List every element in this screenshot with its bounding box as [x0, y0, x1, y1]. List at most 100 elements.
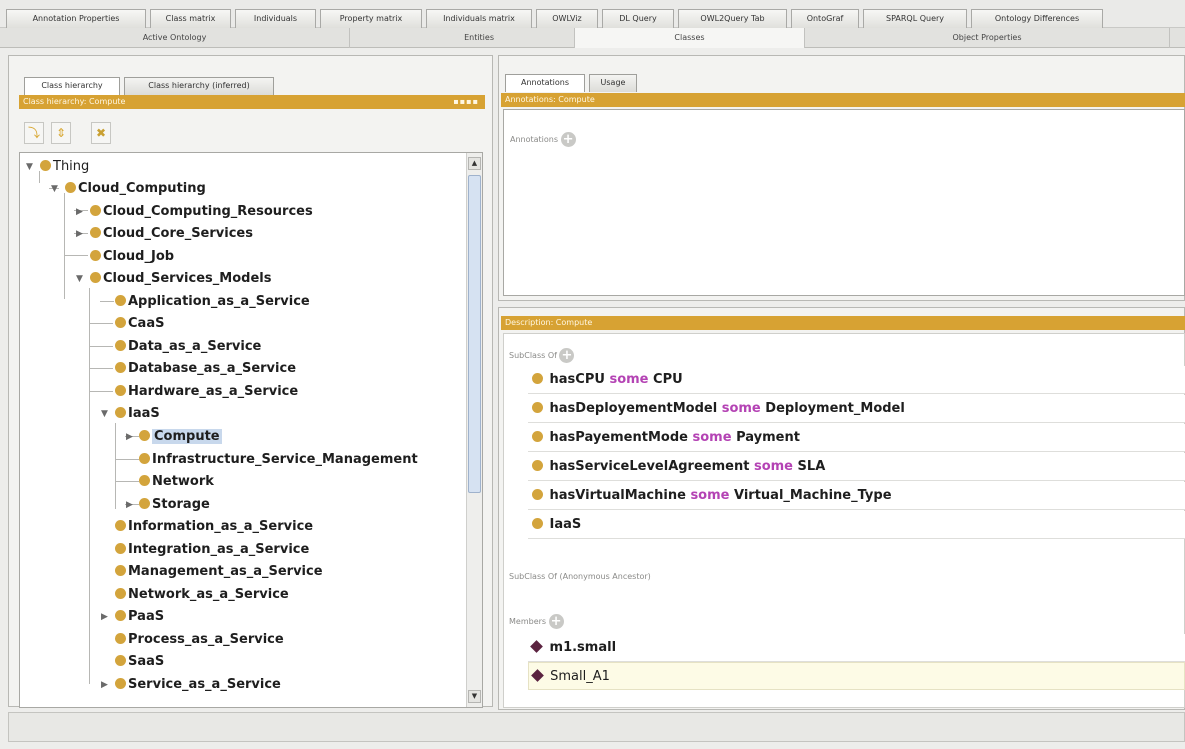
- annotations-label: Annotations +: [510, 132, 576, 147]
- tree-node-cloud-computing[interactable]: Cloud_Computing: [65, 178, 206, 200]
- tree-node-paas[interactable]: PaaS: [115, 606, 164, 628]
- axiom-target: Payment: [736, 430, 800, 445]
- tab-property-matrix[interactable]: Property matrix: [320, 9, 422, 28]
- tree-node-label: Integration_as_a_Service: [128, 542, 310, 557]
- tab-object-properties[interactable]: Object Properties: [805, 28, 1170, 48]
- member-name: m1.small: [549, 640, 617, 655]
- tree-node-label-selected: Compute: [152, 429, 222, 444]
- expand-toggle-icon[interactable]: ▶: [101, 674, 108, 696]
- tab-annotation-properties[interactable]: Annotation Properties: [6, 9, 146, 28]
- scroll-down-arrow-icon[interactable]: ▼: [468, 690, 481, 703]
- add-member-icon[interactable]: +: [548, 614, 564, 629]
- tab-class-hierarchy[interactable]: Class hierarchy: [24, 77, 120, 95]
- tab-owlviz[interactable]: OWLViz: [536, 9, 598, 28]
- members-label: Members +: [509, 614, 564, 629]
- tree-node-label: Network_as_a_Service: [128, 587, 289, 602]
- expand-toggle-icon[interactable]: ▶: [126, 494, 133, 516]
- tree-node-saas[interactable]: SaaS: [115, 651, 164, 673]
- axiom-keyword: some: [609, 372, 649, 387]
- tab-sparql-query[interactable]: SPARQL Query: [863, 9, 967, 28]
- tree-node-integration-as-a-service[interactable]: Integration_as_a_Service: [115, 539, 309, 561]
- annotations-box: Annotations +: [503, 109, 1185, 296]
- collapse-toggle-icon[interactable]: ▼: [76, 268, 83, 290]
- expand-toggle-icon[interactable]: ▶: [126, 426, 133, 448]
- tree-node-iaas[interactable]: IaaS: [115, 403, 160, 425]
- tree-node-cloud-core-services[interactable]: Cloud_Core_Services: [90, 223, 253, 245]
- class-icon: [139, 453, 150, 464]
- tab-ontology-differences[interactable]: Ontology Differences: [971, 9, 1103, 28]
- tab-ontograf[interactable]: OntoGraf: [791, 9, 859, 28]
- tab-dl-query[interactable]: DL Query: [602, 9, 674, 28]
- tree-node-network[interactable]: Network: [139, 471, 214, 493]
- tree-node-infrastructure-service-management[interactable]: Infrastructure_Service_Management: [139, 449, 418, 471]
- tree-node-database-as-a-service[interactable]: Database_as_a_Service: [115, 358, 296, 380]
- status-bar: [8, 712, 1185, 742]
- view-options-icon[interactable]: ▪▪▪▪: [453, 95, 479, 109]
- expand-toggle-icon[interactable]: ▶: [101, 606, 108, 628]
- scroll-up-arrow-icon[interactable]: ▲: [468, 157, 481, 170]
- expand-toggle-icon[interactable]: ▶: [76, 223, 83, 245]
- tab-individuals[interactable]: Individuals: [235, 9, 316, 28]
- tree-node-information-as-a-service[interactable]: Information_as_a_Service: [115, 516, 313, 538]
- member-name: Small_A1: [550, 669, 610, 684]
- tree-node-label: Cloud_Core_Services: [103, 226, 253, 241]
- tab-usage[interactable]: Usage: [589, 74, 637, 92]
- tree-scrollbar-thumb[interactable]: [468, 175, 481, 493]
- member-row[interactable]: m1.small: [528, 634, 1185, 662]
- tree-node-management-as-a-service[interactable]: Management_as_a_Service: [115, 561, 323, 583]
- delete-class-button[interactable]: ✖: [91, 122, 111, 144]
- axiom-row[interactable]: IaaS: [528, 511, 1185, 539]
- tab-entities[interactable]: Entities: [350, 28, 575, 48]
- tree-connector: [115, 423, 116, 509]
- tab-classes[interactable]: Classes: [575, 28, 805, 48]
- axiom-row[interactable]: hasPayementMode some Payment: [528, 424, 1185, 452]
- tree-connector: [89, 346, 113, 347]
- tab-owl2query[interactable]: OWL2Query Tab: [678, 9, 787, 28]
- collapse-toggle-icon[interactable]: ▼: [101, 403, 108, 425]
- tree-node-cloud-computing-resources[interactable]: Cloud_Computing_Resources: [90, 201, 313, 223]
- add-subclass-button[interactable]: ⤵: [24, 122, 44, 144]
- tree-node-cloud-job[interactable]: Cloud_Job: [90, 246, 174, 268]
- description-title-bar: Description: Compute: [501, 316, 1185, 330]
- tree-node-hardware-as-a-service[interactable]: Hardware_as_a_Service: [115, 381, 298, 403]
- add-sibling-button[interactable]: ⇕: [51, 122, 71, 144]
- tree-node-label: Thing: [53, 159, 90, 174]
- tab-class-hierarchy-inferred[interactable]: Class hierarchy (inferred): [124, 77, 274, 95]
- tree-node-caas[interactable]: CaaS: [115, 313, 164, 335]
- tree-node-thing[interactable]: Thing: [40, 156, 89, 178]
- collapse-toggle-icon[interactable]: ▼: [51, 178, 58, 200]
- tree-node-cloud-services-models[interactable]: Cloud_Services_Models: [90, 268, 271, 290]
- tree-node-label: Cloud_Computing_Resources: [103, 204, 313, 219]
- collapse-toggle-icon[interactable]: ▼: [26, 156, 33, 178]
- add-annotation-icon[interactable]: +: [560, 132, 576, 147]
- tab-annotations[interactable]: Annotations: [505, 74, 585, 92]
- tree-node-network-as-a-service[interactable]: Network_as_a_Service: [115, 584, 289, 606]
- class-hierarchy-title-bar: Class hierarchy: Compute ▪▪▪▪: [19, 95, 485, 109]
- class-icon: [139, 430, 150, 441]
- tree-node-service-as-a-service[interactable]: Service_as_a_Service: [115, 674, 281, 696]
- tree-connector: [89, 323, 113, 324]
- tab-active-ontology[interactable]: Active Ontology: [0, 28, 350, 48]
- tree-node-process-as-a-service[interactable]: Process_as_a_Service: [115, 629, 284, 651]
- tab-individuals-matrix[interactable]: Individuals matrix: [426, 9, 532, 28]
- expand-toggle-icon[interactable]: ▶: [76, 201, 83, 223]
- class-icon: [532, 402, 543, 413]
- tab-class-matrix[interactable]: Class matrix: [150, 9, 231, 28]
- tree-node-label: Service_as_a_Service: [128, 677, 281, 692]
- tree-node-data-as-a-service[interactable]: Data_as_a_Service: [115, 336, 261, 358]
- tree-node-label: Network: [152, 474, 214, 489]
- add-superclass-icon[interactable]: +: [559, 348, 575, 363]
- individual-icon: [531, 669, 544, 682]
- tree-node-compute[interactable]: Compute: [139, 426, 222, 448]
- tree-node-application-as-a-service[interactable]: Application_as_a_Service: [115, 291, 310, 313]
- axiom-row[interactable]: hasVirtualMachine some Virtual_Machine_T…: [528, 482, 1185, 510]
- axiom-row[interactable]: hasCPU some CPU: [528, 366, 1185, 394]
- tree-node-storage[interactable]: Storage: [139, 494, 210, 516]
- plugin-tab-strip: Annotation Properties Class matrix Indiv…: [0, 0, 1185, 28]
- axiom-row[interactable]: hasServiceLevelAgreement some SLA: [528, 453, 1185, 481]
- tree-node-label: Storage: [152, 497, 210, 512]
- tree-node-label: Cloud_Job: [103, 249, 175, 264]
- axiom-row[interactable]: hasDeployementModel some Deployment_Mode…: [528, 395, 1185, 423]
- member-row-highlighted[interactable]: Small_A1: [528, 662, 1185, 690]
- tree-connector: [64, 255, 88, 256]
